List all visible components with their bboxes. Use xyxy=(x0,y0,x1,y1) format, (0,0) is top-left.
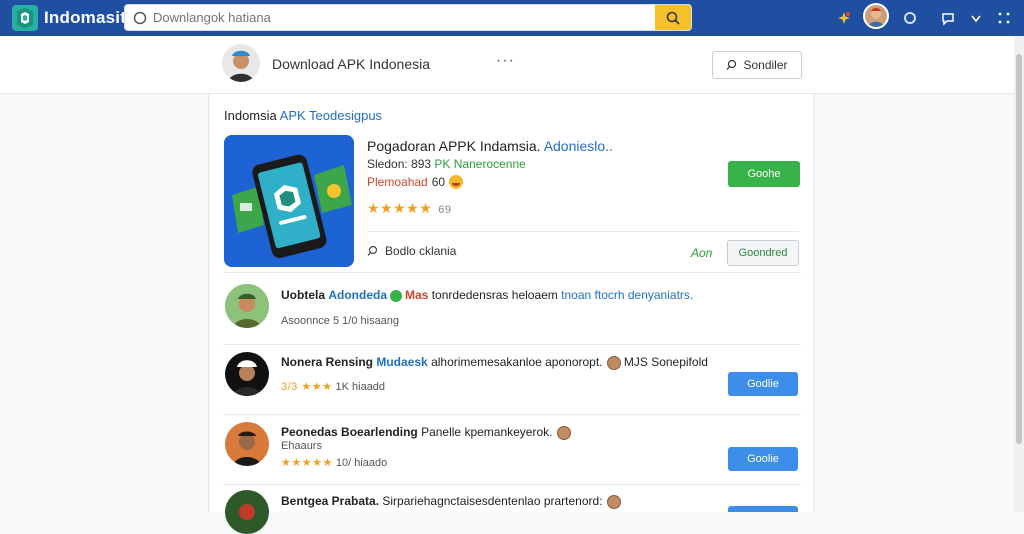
featured-app-title-part1: Pogadoran APPK Indamsia. xyxy=(367,138,541,154)
developer-name: Bodlo cklania xyxy=(385,244,457,258)
item-desc: Sirpariehagnctaisesdentenlao prartenord: xyxy=(382,494,603,508)
item-tag: Adondeda xyxy=(328,288,388,302)
search-icon xyxy=(367,245,378,256)
developer-row[interactable]: Bodlo cklania xyxy=(367,244,456,258)
search-button[interactable] xyxy=(655,5,691,30)
grid-icon[interactable] xyxy=(992,6,1016,30)
item-desc: Panelle kpemankeyerok. xyxy=(421,425,553,439)
chevron-down-icon[interactable] xyxy=(964,6,988,30)
download-label: Goondred xyxy=(738,247,788,259)
search-icon xyxy=(666,11,680,25)
star-rating-icon: ★★★★★ xyxy=(367,200,433,216)
list-item-meta: 3/3 ★★★ 1K hiaadd xyxy=(281,380,385,393)
divider xyxy=(367,231,799,232)
divider xyxy=(223,414,801,415)
get-button[interactable]: Goolie xyxy=(728,447,798,471)
availability-label: Aon xyxy=(691,246,713,260)
item-desc: tonrdedensras heloaem xyxy=(431,288,558,302)
featured-app-title-part2: Adonieslo.. xyxy=(543,138,613,154)
publisher-avatar xyxy=(222,44,260,82)
divider xyxy=(223,272,801,273)
download-button[interactable]: Goondred xyxy=(727,240,799,266)
rating-count: 69 xyxy=(438,204,452,216)
meta-tag: PK Nanerocenne xyxy=(434,157,526,171)
list-item-title: Peonedas Boearlending Panelle kpemankeye… xyxy=(281,425,571,440)
item-name: Bentgea Prabata. xyxy=(281,494,380,508)
featured-app-image[interactable] xyxy=(224,135,354,267)
search-bar xyxy=(124,4,692,31)
divider xyxy=(223,484,801,485)
user-thumbnail-icon xyxy=(606,355,621,370)
header-action-button[interactable]: Sondiler xyxy=(712,51,802,79)
get-button[interactable] xyxy=(728,506,798,512)
list-item-meta: Asoonnce 5 1/0 hisaang xyxy=(281,315,400,327)
meta2-number: 60 xyxy=(431,175,446,189)
get-label: Goolie xyxy=(747,453,779,465)
list-item-subtitle: Ehaaurs xyxy=(281,440,322,452)
item-extra: MJS Sonepifold xyxy=(623,355,708,369)
meta-label: Sledon: xyxy=(367,157,408,171)
item-name: Peonedas xyxy=(281,425,338,439)
item-downloads: 10/ hiaado xyxy=(335,457,388,469)
item-flag: Mas xyxy=(405,288,429,302)
star-rating-icon: ★★★★★ xyxy=(281,457,333,469)
divider xyxy=(223,344,801,345)
circle-icon[interactable] xyxy=(898,6,922,30)
list-item-title: Bentgea Prabata. Sirpariehagnctaisesdent… xyxy=(281,494,621,509)
avatar xyxy=(225,490,269,534)
featured-app-title[interactable]: Pogadoran APPK Indamsia. Adonieslo.. xyxy=(367,138,613,154)
search-input[interactable] xyxy=(153,5,653,30)
search-icon xyxy=(727,59,737,70)
avatar xyxy=(225,352,269,396)
verified-icon xyxy=(390,289,403,302)
scrollbar-thumb[interactable] xyxy=(1016,54,1022,444)
section-title-part1: Indomsia xyxy=(224,108,277,123)
get-label: Godlie xyxy=(747,378,779,390)
search-circle-icon xyxy=(133,11,147,25)
item-downloads: 1K hiaadd xyxy=(335,381,386,393)
meta2-label: Plemoahad xyxy=(367,175,428,189)
user-avatar[interactable] xyxy=(863,3,889,29)
install-label: Goohe xyxy=(747,168,781,180)
section-title: Indomsia APK Teodesigpus xyxy=(224,108,382,123)
page-header: Download APK Indonesia ··· Sondiler xyxy=(0,36,1014,94)
user-thumbnail-icon xyxy=(556,425,571,440)
install-button[interactable]: Goohe xyxy=(728,161,800,187)
header-action-label: Sondiler xyxy=(743,58,788,72)
item-tag: Boearlending xyxy=(341,425,418,439)
featured-app-meta2: Plemoahad 60 xyxy=(367,175,464,189)
scrollbar[interactable] xyxy=(1014,36,1024,512)
list-item-meta: ★★★★★ 10/ hiaado xyxy=(281,456,387,469)
smiley-icon xyxy=(449,175,464,189)
avatar xyxy=(225,284,269,328)
list-item-title: Nonera Rensing Mudaesk alhorimemesakanlo… xyxy=(281,355,708,370)
chat-icon[interactable] xyxy=(936,6,960,30)
section-title-part2[interactable]: APK Teodesigpus xyxy=(280,108,382,123)
user-thumbnail-icon xyxy=(606,494,621,509)
get-button[interactable]: Godlie xyxy=(728,372,798,396)
page-title: Download APK Indonesia xyxy=(272,56,430,72)
brand-name[interactable]: Indomasit xyxy=(44,8,126,28)
item-name: Nonera Rensing xyxy=(281,355,374,369)
avatar xyxy=(225,422,269,466)
item-link[interactable]: tnoan ftocrh denyaniatrs. xyxy=(561,288,693,302)
star-rating-icon: 3/3 ★★★ xyxy=(281,381,333,393)
item-name: Uobtela xyxy=(281,288,326,302)
more-options-icon[interactable]: ··· xyxy=(496,52,515,70)
item-tag: Mudaesk xyxy=(376,355,428,369)
top-bar: Indomasit xyxy=(0,0,1024,36)
meta-number: 893 xyxy=(411,157,432,171)
featured-app-meta: Sledon: 893 PK Nanerocenne xyxy=(367,157,526,171)
sparkle-icon[interactable] xyxy=(832,6,856,30)
featured-app-rating: ★★★★★ 69 xyxy=(367,200,452,217)
list-item-title: Uobtela Adondeda Mas tonrdedensras heloae… xyxy=(281,288,693,302)
app-logo-icon[interactable] xyxy=(12,5,38,31)
item-desc: alhorimemesakanloe aponoropt. xyxy=(431,355,603,369)
main-content: Indomsia APK Teodesigpus Pogadoran APPK … xyxy=(208,94,814,534)
